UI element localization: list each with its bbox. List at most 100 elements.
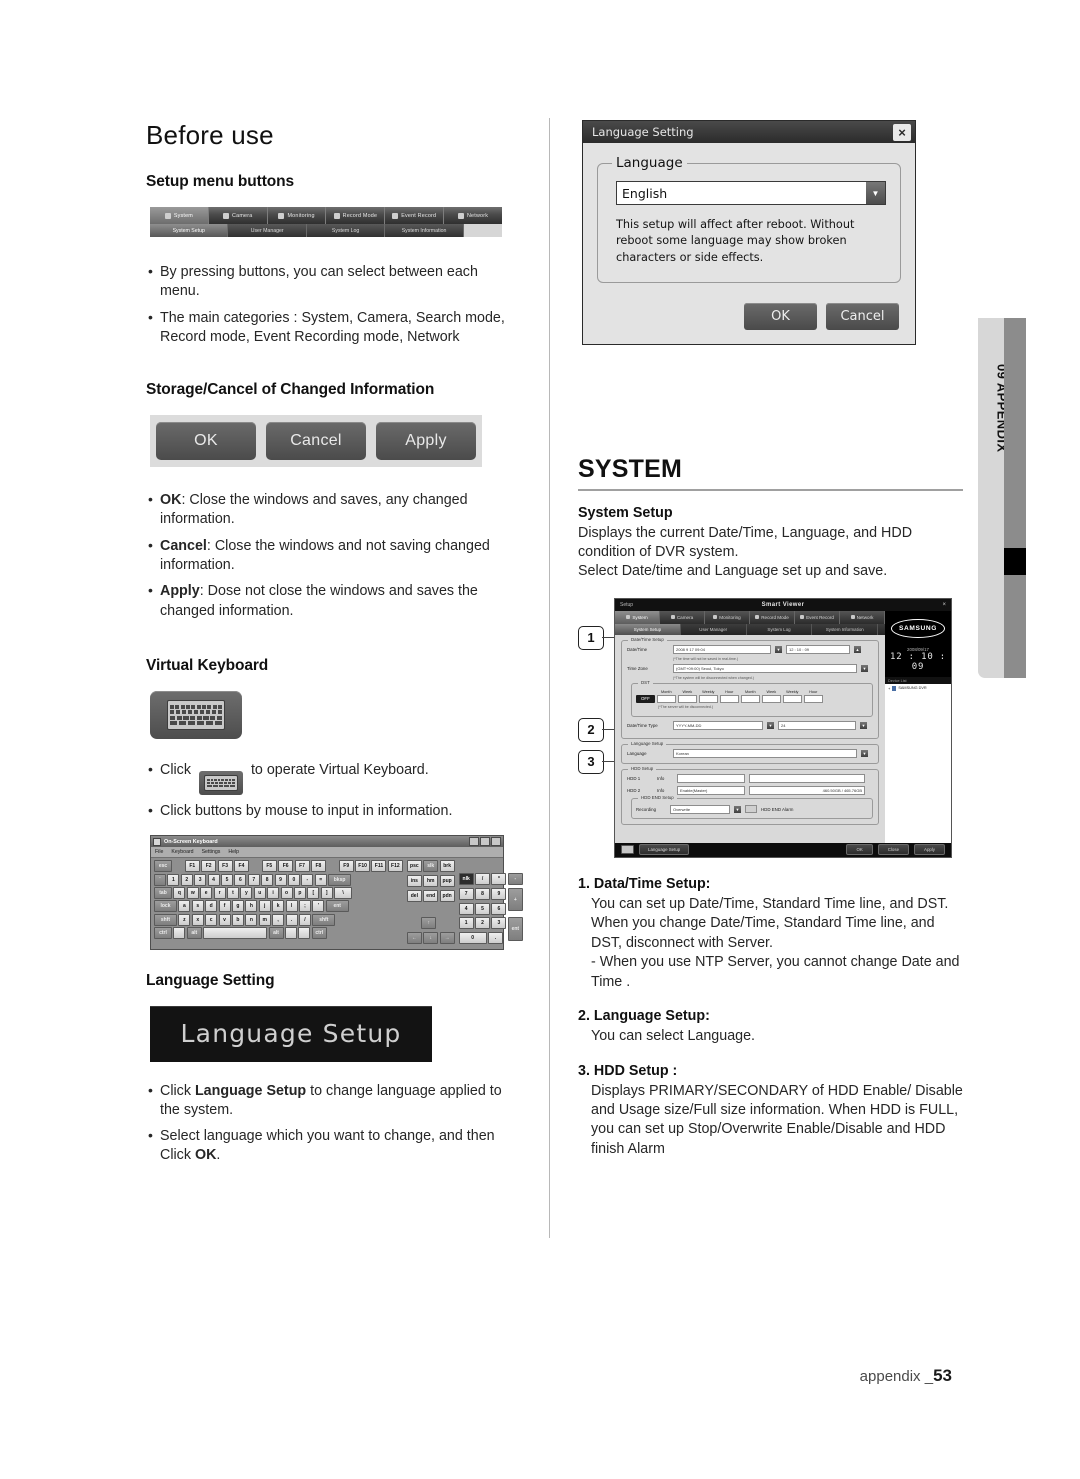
key-s[interactable]: s bbox=[191, 900, 204, 913]
menu-settings[interactable]: Settings bbox=[202, 849, 221, 855]
key-pad-3[interactable]: 3 bbox=[491, 917, 507, 930]
menu-tab-record-mode[interactable]: Record Mode bbox=[326, 207, 386, 224]
hour-format-select[interactable]: 24 bbox=[778, 720, 856, 730]
key-k[interactable]: k bbox=[272, 900, 285, 913]
date-input[interactable]: 2008 9 17 09:04 bbox=[673, 644, 771, 654]
recording-select[interactable]: Overwrite bbox=[670, 804, 730, 814]
key-f11[interactable]: F11 bbox=[371, 860, 387, 873]
dst-field[interactable] bbox=[740, 694, 760, 703]
dst-field[interactable] bbox=[761, 694, 781, 703]
key-o[interactable]: o bbox=[280, 887, 293, 900]
key-period[interactable]: . bbox=[285, 913, 298, 926]
key-comma[interactable]: , bbox=[272, 913, 285, 926]
key-backspace[interactable]: bksp bbox=[328, 873, 352, 886]
key-pad-6[interactable]: 6 bbox=[491, 902, 507, 915]
dst-field[interactable] bbox=[719, 694, 739, 703]
dialog-ok-button[interactable]: OK bbox=[744, 303, 817, 331]
keyboard-icon[interactable] bbox=[621, 845, 634, 855]
key-8[interactable]: 8 bbox=[261, 873, 274, 886]
menu-keyboard[interactable]: Keyboard bbox=[171, 849, 193, 855]
key-pad-minus[interactable]: - bbox=[507, 873, 523, 886]
key-numlock[interactable]: nlk bbox=[458, 873, 474, 886]
key-backtick[interactable]: ` bbox=[154, 873, 166, 886]
chevron-down-icon[interactable]: ▼ bbox=[861, 749, 868, 757]
virtual-keyboard-button-figure[interactable] bbox=[150, 690, 242, 739]
key-pad-1[interactable]: 1 bbox=[458, 917, 474, 930]
key-u[interactable]: u bbox=[253, 887, 266, 900]
subtab-system-information[interactable]: System Information bbox=[385, 224, 464, 237]
key-f6[interactable]: F6 bbox=[278, 860, 294, 873]
key-f1[interactable]: F1 bbox=[184, 860, 200, 873]
key-space[interactable] bbox=[203, 927, 268, 940]
dst-field[interactable] bbox=[698, 694, 718, 703]
key-quote[interactable]: ' bbox=[312, 900, 325, 913]
sv-tab-network[interactable]: Network bbox=[840, 610, 885, 624]
key-i[interactable]: i bbox=[267, 887, 280, 900]
key-b[interactable]: b bbox=[231, 913, 244, 926]
key-5[interactable]: 5 bbox=[220, 873, 233, 886]
key-esc[interactable]: esc bbox=[154, 860, 172, 873]
key-h[interactable]: h bbox=[245, 900, 258, 913]
key-l[interactable]: l bbox=[285, 900, 298, 913]
menu-icon[interactable] bbox=[298, 927, 311, 940]
key-4[interactable]: 4 bbox=[207, 873, 220, 886]
key-v[interactable]: v bbox=[218, 913, 231, 926]
key-pad-8[interactable]: 8 bbox=[475, 887, 491, 900]
key-m[interactable]: m bbox=[258, 913, 271, 926]
windows-icon[interactable] bbox=[173, 927, 186, 940]
key-tab[interactable]: tab bbox=[154, 887, 172, 900]
menu-tab-system[interactable]: System bbox=[150, 207, 209, 224]
chevron-down-icon[interactable]: ▼ bbox=[861, 664, 868, 672]
dst-field[interactable] bbox=[677, 694, 697, 703]
key-equals[interactable]: = bbox=[314, 873, 327, 886]
menu-tab-event-record[interactable]: Event Record bbox=[385, 207, 445, 224]
key-bracket-right[interactable]: ] bbox=[320, 887, 333, 900]
key-arrow-left-icon[interactable]: ← bbox=[406, 932, 422, 945]
key-enter[interactable]: ent bbox=[325, 900, 349, 913]
key-slash[interactable]: / bbox=[298, 913, 311, 926]
key-printscreen[interactable]: psc bbox=[406, 860, 422, 873]
key-pad-9[interactable]: 9 bbox=[491, 887, 507, 900]
key-pad-divide[interactable]: / bbox=[475, 873, 491, 886]
subtab-user-manager[interactable]: User Manager bbox=[228, 224, 307, 237]
key-f2[interactable]: F2 bbox=[201, 860, 217, 873]
key-pageup[interactable]: pup bbox=[439, 875, 455, 888]
sv-tab-monitoring[interactable]: Monitoring bbox=[705, 610, 750, 624]
sv-subtab-user-manager[interactable]: User Manager bbox=[681, 623, 747, 635]
key-e[interactable]: e bbox=[200, 887, 213, 900]
key-minus[interactable]: - bbox=[301, 873, 314, 886]
key-a[interactable]: a bbox=[178, 900, 191, 913]
datetime-type-select[interactable]: YYYY-MM-DD bbox=[673, 720, 763, 730]
sv-subtab-system-log[interactable]: System Log bbox=[747, 623, 813, 635]
chevron-down-icon[interactable]: ▼ bbox=[734, 805, 741, 813]
key-pad-4[interactable]: 4 bbox=[458, 902, 474, 915]
key-2[interactable]: 2 bbox=[180, 873, 193, 886]
key-alt-left[interactable]: alt bbox=[186, 927, 202, 940]
sv-subtab-system-information[interactable]: System Information bbox=[812, 623, 879, 635]
language-select[interactable]: English ▼ bbox=[616, 181, 886, 205]
key-pagedown[interactable]: pdn bbox=[439, 889, 455, 902]
key-f9[interactable]: F9 bbox=[338, 860, 354, 873]
menu-file[interactable]: File bbox=[155, 849, 163, 855]
chevron-down-icon[interactable]: ▼ bbox=[866, 182, 885, 204]
key-backslash[interactable]: \ bbox=[334, 887, 353, 900]
key-f3[interactable]: F3 bbox=[217, 860, 233, 873]
key-7[interactable]: 7 bbox=[247, 873, 260, 886]
expand-icon[interactable]: + bbox=[888, 686, 890, 691]
cancel-button[interactable]: Cancel bbox=[266, 422, 366, 461]
sv-tab-camera[interactable]: Camera bbox=[660, 610, 705, 624]
key-f7[interactable]: F7 bbox=[294, 860, 310, 873]
language-select[interactable]: Korean bbox=[673, 748, 857, 758]
key-3[interactable]: 3 bbox=[194, 873, 207, 886]
key-f8[interactable]: F8 bbox=[310, 860, 326, 873]
key-scrolllock[interactable]: slk bbox=[423, 860, 439, 873]
key-q[interactable]: q bbox=[173, 887, 186, 900]
window-controls[interactable] bbox=[469, 837, 501, 847]
key-pad-0[interactable]: 0 bbox=[458, 932, 487, 945]
menu-tab-network[interactable]: Network bbox=[444, 207, 502, 224]
key-ctrl-left[interactable]: ctrl bbox=[154, 927, 172, 940]
key-9[interactable]: 9 bbox=[274, 873, 287, 886]
key-1[interactable]: 1 bbox=[167, 873, 180, 886]
key-arrow-up-icon[interactable]: ↑ bbox=[421, 917, 437, 930]
key-insert[interactable]: ins bbox=[406, 875, 422, 888]
